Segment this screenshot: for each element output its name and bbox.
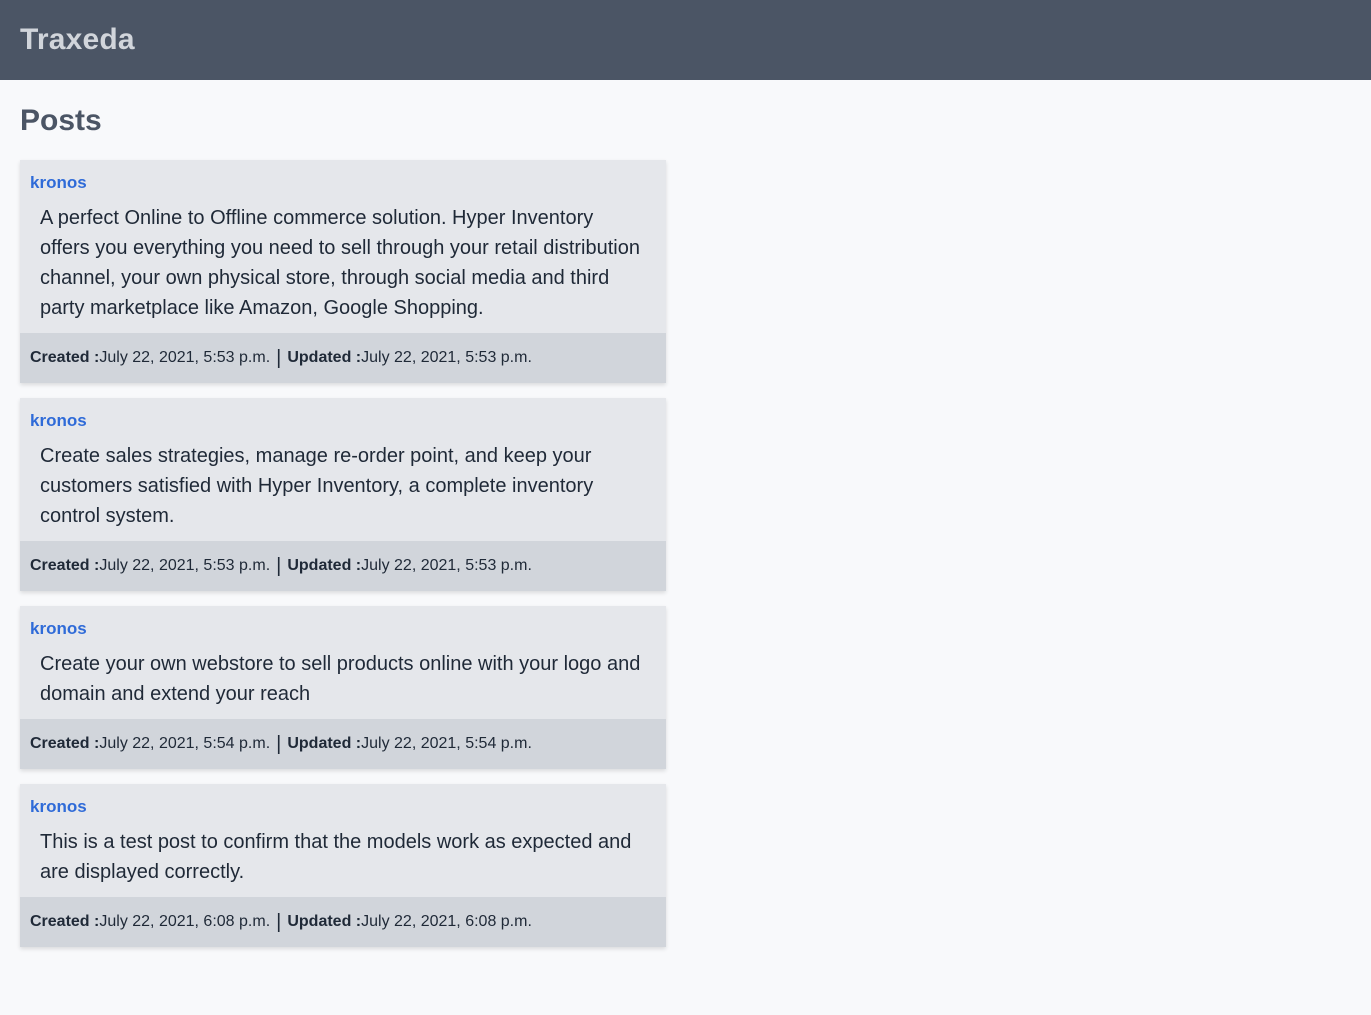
created-label: Created :	[30, 349, 100, 366]
post-author-link[interactable]: kronos	[20, 398, 666, 431]
post-body: Create your own webstore to sell product…	[40, 653, 641, 705]
post-card: kronos This is a test post to confirm th…	[20, 784, 666, 947]
created-label: Created :	[30, 913, 100, 930]
updated-timestamp: July 22, 2021, 5:54 p.m.	[361, 735, 532, 752]
created-timestamp: July 22, 2021, 5:53 p.m.	[99, 349, 271, 366]
post-list: kronos A perfect Online to Offline comme…	[20, 160, 666, 962]
post-meta: Created : July 22, 2021, 5:53 p.m. | Upd…	[20, 541, 666, 591]
post-card: kronos A perfect Online to Offline comme…	[20, 160, 666, 383]
created-timestamp: July 22, 2021, 6:08 p.m.	[99, 913, 271, 930]
post-body: A perfect Online to Offline commerce sol…	[40, 207, 640, 319]
post-card: kronos Create sales strategies, manage r…	[20, 398, 666, 591]
post-meta: Created : July 22, 2021, 5:54 p.m. | Upd…	[20, 719, 666, 769]
meta-separator: |	[276, 555, 282, 577]
created-timestamp: July 22, 2021, 5:53 p.m.	[99, 557, 271, 574]
post-author-link[interactable]: kronos	[20, 784, 666, 817]
updated-timestamp: July 22, 2021, 5:53 p.m.	[361, 349, 532, 366]
top-navbar: Traxeda	[0, 0, 1371, 80]
post-meta: Created : July 22, 2021, 5:53 p.m. | Upd…	[20, 333, 666, 383]
created-label: Created :	[30, 735, 100, 752]
page-title: Posts	[20, 104, 102, 137]
updated-timestamp: July 22, 2021, 6:08 p.m.	[361, 913, 532, 930]
post-meta: Created : July 22, 2021, 6:08 p.m. | Upd…	[20, 897, 666, 947]
post-card: kronos Create your own webstore to sell …	[20, 606, 666, 769]
post-author-link[interactable]: kronos	[20, 606, 666, 639]
updated-label: Updated :	[287, 913, 362, 930]
updated-label: Updated :	[287, 557, 362, 574]
created-timestamp: July 22, 2021, 5:54 p.m.	[99, 735, 271, 752]
brand-logo-link[interactable]: Traxeda	[20, 23, 135, 57]
meta-separator: |	[276, 911, 282, 933]
created-label: Created :	[30, 557, 100, 574]
updated-label: Updated :	[287, 349, 362, 366]
post-body: This is a test post to confirm that the …	[40, 831, 632, 883]
post-author-link[interactable]: kronos	[20, 160, 666, 193]
meta-separator: |	[276, 347, 282, 369]
meta-separator: |	[276, 733, 282, 755]
post-body: Create sales strategies, manage re-order…	[40, 445, 594, 527]
updated-timestamp: July 22, 2021, 5:53 p.m.	[361, 557, 532, 574]
updated-label: Updated :	[287, 735, 362, 752]
